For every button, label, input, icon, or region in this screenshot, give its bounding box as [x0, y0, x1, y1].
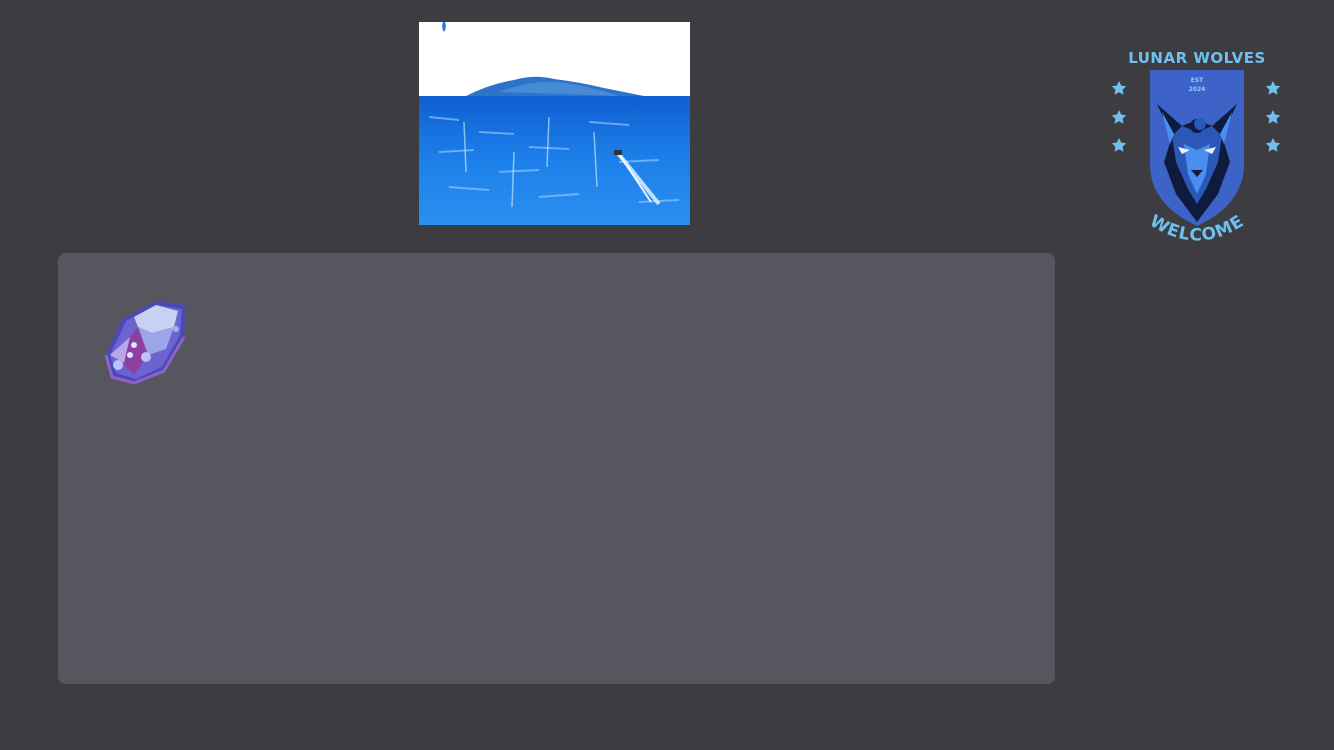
emblem-established: EST 2024	[1182, 76, 1212, 94]
emblem-title: LUNAR WOLVES	[1128, 49, 1266, 67]
lunar-wolves-emblem: WELCOME LUNAR WOLVES EST 2024	[1094, 44, 1300, 254]
emblem-year: 2024	[1188, 86, 1206, 93]
emblem-est-label: EST	[1190, 77, 1204, 84]
gem-icon	[104, 297, 192, 385]
content-panel	[58, 253, 1055, 684]
ocean-horizon-image	[419, 22, 690, 225]
